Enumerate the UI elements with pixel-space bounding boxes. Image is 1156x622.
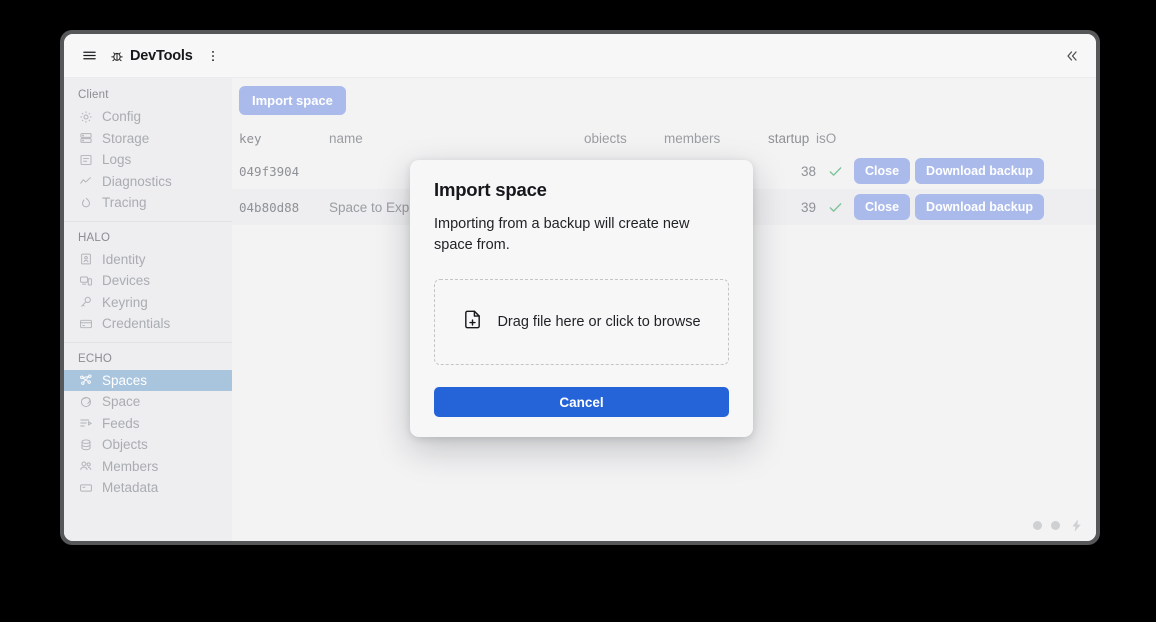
sidebar-item-label: Logs xyxy=(102,152,132,168)
column-header-key: key xyxy=(239,130,262,146)
sidebar-item-diagnostics[interactable]: Diagnostics xyxy=(64,171,232,193)
sidebar-section-client: Client Config Storage Logs Diagnostics T… xyxy=(64,86,232,214)
sidebar-item-spaces[interactable]: Spaces xyxy=(64,369,232,391)
key-icon xyxy=(78,295,93,310)
sidebar-item-label: Members xyxy=(102,458,159,474)
sidebar-section-label: Client xyxy=(78,89,109,101)
close-button[interactable]: Close xyxy=(854,194,911,220)
flame-icon xyxy=(78,195,93,210)
chevrons-left-icon[interactable] xyxy=(1064,48,1080,64)
rectangle-icon xyxy=(78,480,93,495)
graph-icon xyxy=(78,373,93,388)
sidebar: Client Config Storage Logs Diagnostics T… xyxy=(64,78,232,541)
status-dot-1 xyxy=(1033,521,1042,530)
app-window: DevTools Client Config Storage Logs Diag… xyxy=(60,30,1100,545)
cancel-button[interactable]: Cancel xyxy=(434,387,729,418)
window-content: DevTools Client Config Storage Logs Diag… xyxy=(64,34,1096,541)
gear-icon xyxy=(78,109,93,124)
stack-icon xyxy=(78,437,93,452)
bug-icon xyxy=(110,49,124,63)
sidebar-item-label: Spaces xyxy=(102,372,148,388)
chart-line-icon xyxy=(78,174,93,189)
list-icon xyxy=(78,152,93,167)
column-header-members: members xyxy=(664,130,721,146)
table-header-row: key name obiects members startup isO xyxy=(232,123,1096,153)
sidebar-item-label: Feeds xyxy=(102,415,140,431)
dialog-title: Import space xyxy=(434,179,547,200)
dialog-description: Importing from a backup will create new … xyxy=(434,216,690,253)
check-icon xyxy=(816,199,854,216)
status-dot-2 xyxy=(1051,521,1060,530)
import-space-button[interactable]: Import space xyxy=(239,86,346,115)
file-plus-icon xyxy=(462,309,483,335)
file-dropzone[interactable]: Drag file here or click to browse xyxy=(434,279,729,366)
sidebar-item-objects[interactable]: Objects xyxy=(64,434,232,456)
id-card-icon xyxy=(78,252,93,267)
sidebar-item-label: Tracing xyxy=(102,195,147,211)
cell-startup: 38 xyxy=(800,163,816,179)
close-button[interactable]: Close xyxy=(854,158,911,184)
sidebar-section-label: ECHO xyxy=(78,352,113,365)
column-header-startup: startup xyxy=(768,130,810,146)
sidebar-item-credentials[interactable]: Credentials xyxy=(64,313,232,335)
lightning-bolt-icon[interactable] xyxy=(1069,518,1084,533)
download-backup-button[interactable]: Download backup xyxy=(915,158,1044,184)
app-title: DevTools xyxy=(130,47,193,64)
database-icon xyxy=(78,131,93,146)
more-vertical-icon[interactable] xyxy=(206,49,220,63)
check-icon xyxy=(816,163,854,180)
cell-key: 049f3904 xyxy=(239,163,300,179)
titlebar: DevTools xyxy=(64,34,1096,78)
credit-card-icon xyxy=(78,316,93,331)
cell-key: 04b80d88 xyxy=(239,199,300,215)
sidebar-item-config[interactable]: Config xyxy=(64,106,232,128)
sidebar-section-halo: HALO Identity Devices Keyring Credential… xyxy=(64,220,232,335)
sidebar-section-label: HALO xyxy=(78,231,111,244)
sidebar-item-feeds[interactable]: Feeds xyxy=(64,413,232,435)
sidebar-item-label: Keyring xyxy=(102,294,148,310)
content-toolbar: Import space xyxy=(232,78,1096,123)
sidebar-item-label: Diagnostics xyxy=(102,173,172,189)
sidebar-item-metadata[interactable]: Metadata xyxy=(64,477,232,499)
sidebar-item-label: Metadata xyxy=(102,480,159,496)
sidebar-item-devices[interactable]: Devices xyxy=(64,270,232,292)
sidebar-item-label: Space xyxy=(102,394,141,410)
download-backup-button[interactable]: Download backup xyxy=(915,194,1044,220)
cell-startup: 39 xyxy=(800,199,816,215)
sidebar-item-label: Config xyxy=(102,109,142,125)
sidebar-item-logs[interactable]: Logs xyxy=(64,149,232,171)
import-space-dialog: Import space Importing from a backup wil… xyxy=(410,160,753,438)
sidebar-item-tracing[interactable]: Tracing xyxy=(64,192,232,214)
sidebar-item-label: Identity xyxy=(102,251,146,267)
sidebar-item-space[interactable]: Space xyxy=(64,391,232,413)
sidebar-item-label: Credentials xyxy=(102,316,171,332)
sidebar-item-identity[interactable]: Identity xyxy=(64,249,232,271)
devices-icon xyxy=(78,273,93,288)
users-icon xyxy=(78,459,93,474)
sidebar-item-keyring[interactable]: Keyring xyxy=(64,292,232,314)
sidebar-item-label: Storage xyxy=(102,130,150,146)
status-bar xyxy=(1033,518,1084,533)
sidebar-item-label: Devices xyxy=(102,273,151,289)
column-header-objects: obiects xyxy=(584,130,627,146)
sidebar-item-members[interactable]: Members xyxy=(64,456,232,478)
sidebar-item-label: Objects xyxy=(102,437,148,453)
hamburger-icon[interactable] xyxy=(82,48,97,63)
dropzone-label: Drag file here or click to browse xyxy=(497,314,701,331)
column-header-name: name xyxy=(329,130,363,146)
sidebar-item-storage[interactable]: Storage xyxy=(64,128,232,150)
sidebar-section-echo: ECHO Spaces Space Feeds Objects Members … xyxy=(64,341,232,499)
planet-icon xyxy=(78,394,93,409)
feed-icon xyxy=(78,416,93,431)
column-header-iso: isO xyxy=(816,130,837,146)
